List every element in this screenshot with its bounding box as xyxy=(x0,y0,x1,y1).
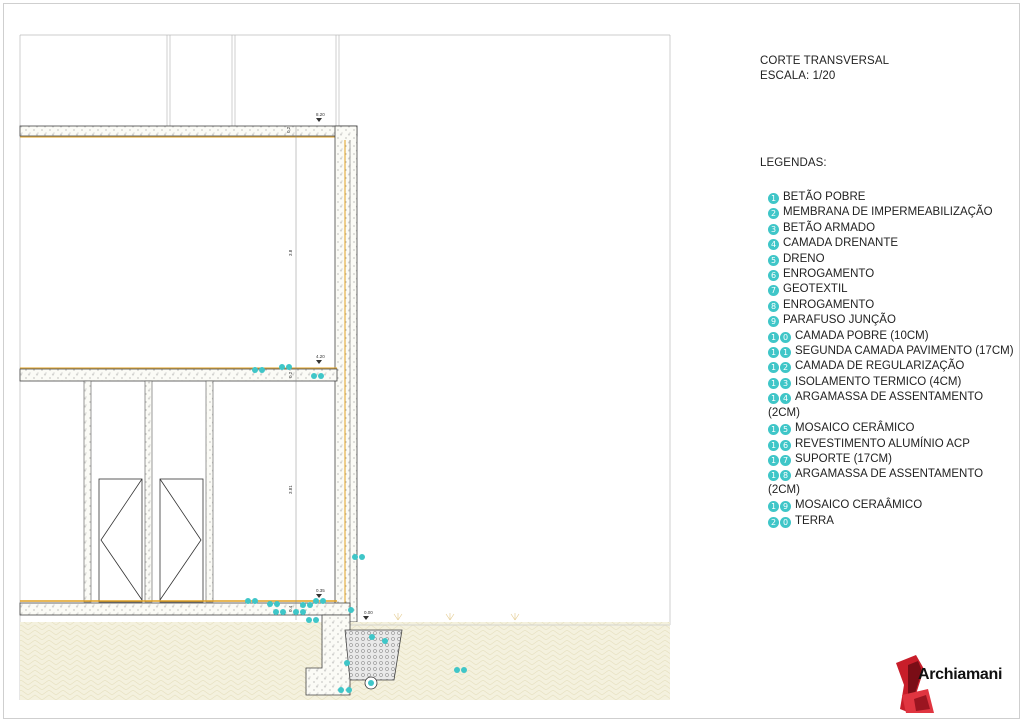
legend-item: 1 6 REVESTIMENTO ALUMÍNIO ACP xyxy=(768,437,1018,452)
legend-item-label: CAMADA DRENANTE xyxy=(783,237,899,250)
legend-item-label: GEOTEXTIL xyxy=(783,283,848,296)
dim-slab-mid: 0.2 xyxy=(288,371,293,378)
dim-slab-top: 0.2 xyxy=(286,126,291,133)
legend-item: 1 3 ISOLAMENTO TERMICO (4CM) xyxy=(768,375,1018,390)
legend-number-icon: 13 xyxy=(768,375,792,390)
legend-item-label: BETÃO ARMADO xyxy=(783,221,876,234)
level-ext-label: 0.00 xyxy=(364,610,373,615)
legend-item-label: MOSAICO CERÂMICO xyxy=(795,422,915,435)
legend-item-label: ARGAMASSA DE ASSENTAMENTO (2CM) xyxy=(768,391,984,419)
legend-number-icon: 19 xyxy=(768,498,792,513)
legend-item-label: ENROGAMENTO xyxy=(783,268,875,281)
legend-number-icon: 15 xyxy=(768,421,792,436)
archiamani-logo xyxy=(896,655,934,713)
legend-item-label: BETÃO POBRE xyxy=(783,191,866,203)
legend-number-icon: 17 xyxy=(768,452,792,467)
legend-item-label: DRENO xyxy=(783,252,825,265)
legend-item: 1 4 ARGAMASSA DE ASSENTAMENTO (2CM) xyxy=(768,390,1018,421)
legend-item-label: ISOLAMENTO TERMICO (4CM) xyxy=(795,375,962,388)
legend-item: 5 DRENO xyxy=(768,252,1018,267)
legend-number-icon: 7 xyxy=(768,282,780,297)
legend-number-icon: 2 xyxy=(768,205,780,220)
legend-number-icon: 9 xyxy=(768,313,780,328)
legend-number-icon: 20 xyxy=(768,514,792,529)
legend-item: 1 8 ARGAMASSA DE ASSENTAMENTO (2CM) xyxy=(768,467,1018,498)
legend-item: 2 MEMBRANA DE IMPERMEABILIZAÇÃO xyxy=(768,205,1018,220)
legend-item-label: TERRA xyxy=(795,514,834,527)
door-left xyxy=(98,478,143,603)
dim-floor-lower: 3.81 xyxy=(288,485,293,494)
legend-number-icon: 1 xyxy=(768,190,780,205)
legend-number-icon: 16 xyxy=(768,437,792,452)
legend-item: 1 9 MOSAICO CERAÂMICO xyxy=(768,498,1018,513)
interior-partitions xyxy=(83,380,214,603)
legend-heading: LEGENDAS: xyxy=(760,157,827,169)
legend-item: 9 PARAFUSO JUNÇÃO xyxy=(768,313,1018,328)
legend-item-label: MOSAICO CERAÂMICO xyxy=(795,499,923,512)
legend-item-label: REVESTIMENTO ALUMÍNIO ACP xyxy=(795,437,970,450)
legend-item-label: SEGUNDA CAMADA PAVIMENTO (17CM) xyxy=(795,345,1014,358)
legend-item-label: ENROGAMENTO xyxy=(783,298,875,311)
roof-railing xyxy=(166,35,340,126)
roof-slab xyxy=(19,125,358,138)
legend-item: 1 1 SEGUNDA CAMADA PAVIMENTO (17CM) xyxy=(768,344,1018,359)
dim-floor-upper: 3.8 xyxy=(288,249,293,256)
drawing-title: CORTE TRANSVERSAL xyxy=(760,55,890,67)
legend-number-icon: 10 xyxy=(768,329,792,344)
level-ground-label: 0.35 xyxy=(316,588,325,593)
dim-base: 0.4 xyxy=(288,605,293,612)
exterior-wall xyxy=(334,125,358,623)
legend-item: 1 0 CAMADA POBRE (10CM) xyxy=(768,329,1018,344)
legend-item: 7 GEOTEXTIL xyxy=(768,282,1018,297)
drawing-scale: ESCALA: 1/20 xyxy=(760,70,836,82)
drawing-sheet: 8.20 4.20 0.35 0.00 0.2 3.8 0.2 3.81 0.4… xyxy=(0,0,1024,723)
legend-number-icon: 8 xyxy=(768,298,780,313)
legend-item: 1 5 MOSAICO CERÂMICO xyxy=(768,421,1018,436)
legend-number-icon: 6 xyxy=(768,267,780,282)
legend-item-label: CAMADA DE REGULARIZAÇÃO xyxy=(795,360,965,373)
legend-item: 2 0 TERRA xyxy=(768,514,1018,529)
exterior-vegetation xyxy=(393,613,520,621)
legend-item-label: PARAFUSO JUNÇÃO xyxy=(783,314,896,327)
logo-wordmark: Archiamani xyxy=(918,666,1003,683)
legend-item: 1 2 CAMADA DE REGULARIZAÇÃO xyxy=(768,359,1018,374)
legend-item-label: SUPORTE (17CM) xyxy=(795,452,892,465)
legend-item: 1 7 SUPORTE (17CM) xyxy=(768,452,1018,467)
legend-list: 1 BETÃO POBRE 2 MEMBRANA DE IMPERMEABILIZAÇ… xyxy=(768,190,1018,529)
dimension-texts: 8.20 4.20 0.35 0.00 0.2 3.8 0.2 3.81 0.4 xyxy=(286,112,373,615)
legend-number-icon: 3 xyxy=(768,221,780,236)
legend-item-label: CAMADA POBRE (10CM) xyxy=(795,329,929,342)
door-right xyxy=(159,478,204,603)
legend-item: 4 CAMADA DRENANTE xyxy=(768,236,1018,251)
legend-number-icon: 12 xyxy=(768,359,792,374)
legend-number-icon: 5 xyxy=(768,252,780,267)
legend-item: 1 BETÃO POBRE xyxy=(768,190,1018,205)
legend-number-icon: 11 xyxy=(768,344,792,359)
legend-number-icon: 4 xyxy=(768,236,780,251)
legend-item: 6 ENROGAMENTO xyxy=(768,267,1018,282)
level-mid-label: 4.20 xyxy=(316,354,325,359)
legend-item-label: MEMBRANA DE IMPERMEABILIZAÇÃO xyxy=(783,206,993,219)
level-top-label: 8.20 xyxy=(316,112,325,117)
legend-item-label: ARGAMASSA DE ASSENTAMENTO (2CM) xyxy=(768,468,984,496)
legend-number-icon: 18 xyxy=(768,467,792,482)
legend-number-icon: 14 xyxy=(768,390,792,405)
legend-item: 3 BETÃO ARMADO xyxy=(768,221,1018,236)
legend-item: 8 ENROGAMENTO xyxy=(768,298,1018,313)
